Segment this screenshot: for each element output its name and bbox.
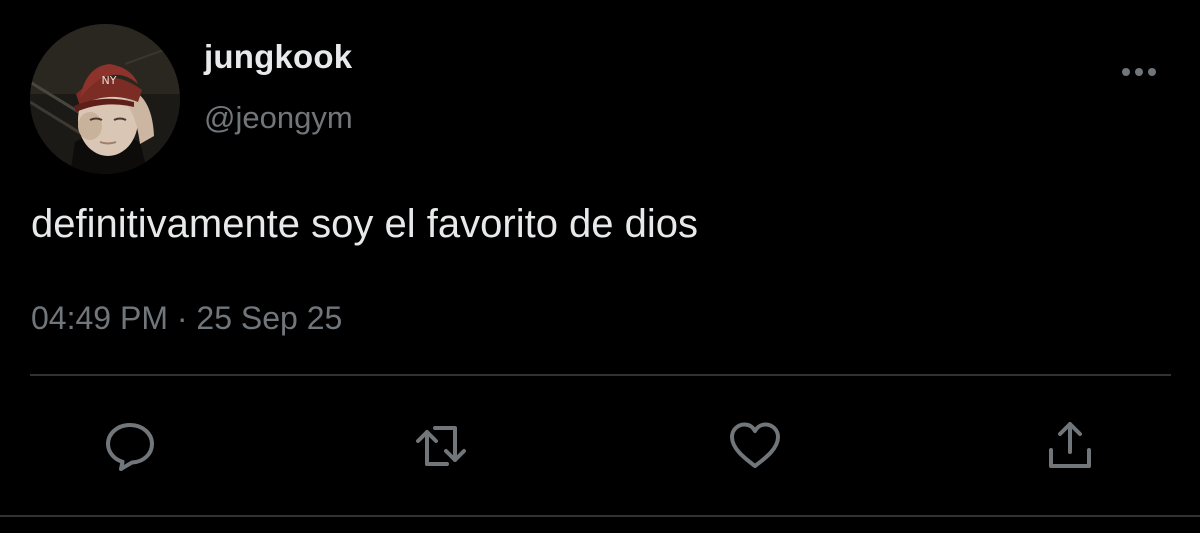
more-horizontal-icon: [1122, 68, 1156, 76]
tweet-text: definitivamente soy el favorito de dios: [31, 202, 699, 246]
heart-icon: [730, 422, 780, 468]
reply-icon: [106, 423, 154, 471]
reply-button[interactable]: [102, 418, 158, 474]
retweet-button[interactable]: [413, 418, 469, 474]
divider: [30, 374, 1171, 376]
retweet-icon: [416, 426, 466, 466]
share-button[interactable]: [1042, 418, 1098, 474]
avatar-photo: NY: [30, 24, 180, 174]
tweet-card: NY jungkook @jeongym definitivamente soy…: [0, 0, 1200, 533]
tweet-timestamp[interactable]: 04:49 PM · 25 Sep 25: [31, 300, 342, 337]
more-options-button[interactable]: [1118, 58, 1160, 86]
meta-separator: ·: [176, 300, 188, 336]
like-button[interactable]: [727, 418, 783, 474]
tweet-time: 04:49 PM: [31, 300, 168, 336]
tweet-date: 25 Sep 25: [196, 300, 343, 336]
share-icon: [1049, 422, 1091, 468]
display-name[interactable]: jungkook: [204, 38, 352, 76]
svg-text:NY: NY: [102, 74, 117, 87]
avatar[interactable]: NY: [30, 24, 180, 174]
user-handle[interactable]: @jeongym: [204, 100, 353, 136]
bottom-divider: [0, 515, 1200, 517]
